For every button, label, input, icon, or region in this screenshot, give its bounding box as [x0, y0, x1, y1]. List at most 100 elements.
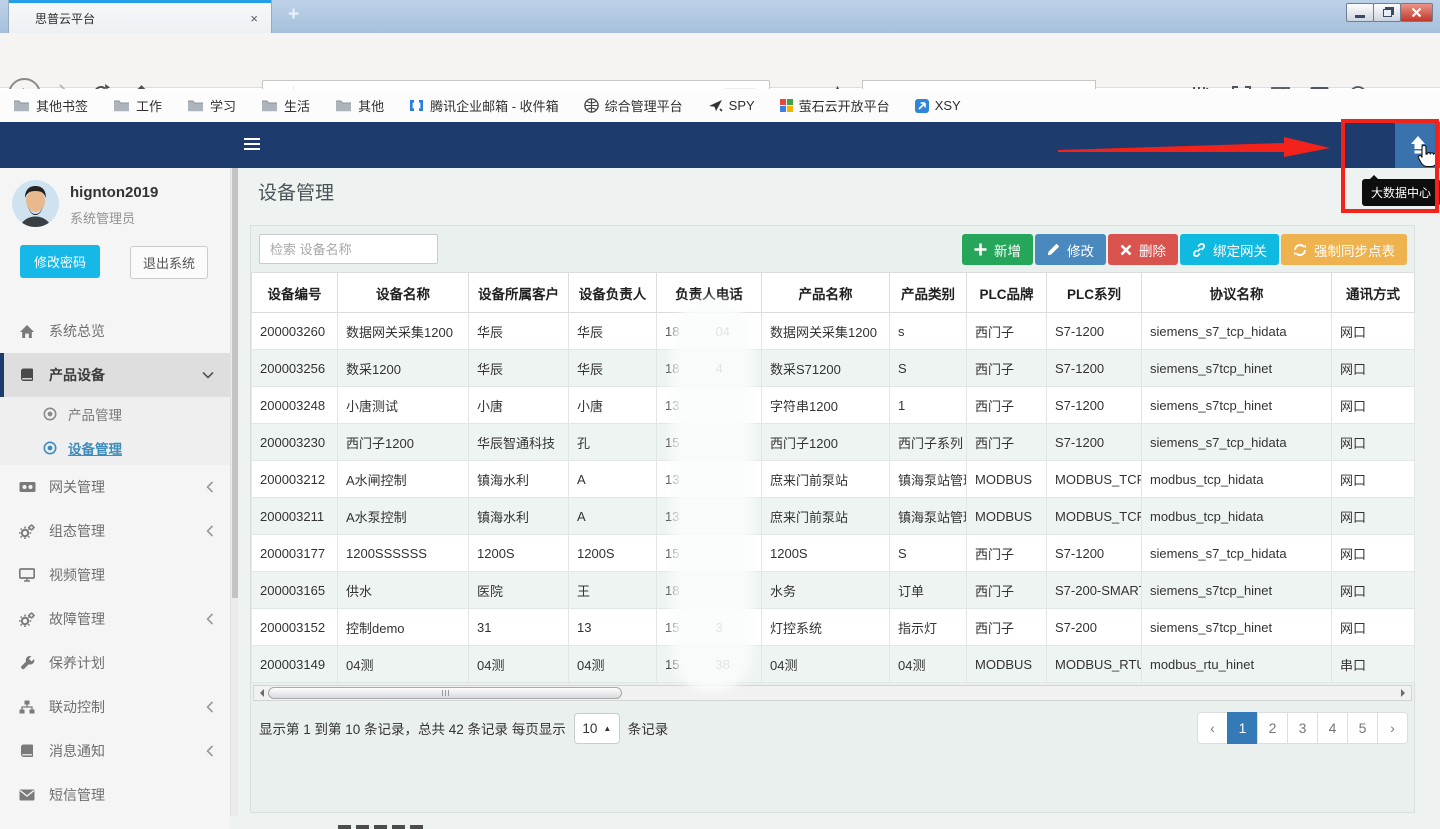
table-cell: 200003149: [252, 646, 338, 683]
sidebar-item-sms-management[interactable]: 短信管理: [0, 773, 230, 817]
browser-tab[interactable]: 思普云平台 ×: [8, 0, 272, 33]
column-header[interactable]: 设备编号: [252, 273, 338, 313]
sidebar-item-product-device[interactable]: 产品设备: [0, 353, 230, 397]
sidebar-item-clipped-item[interactable]: [0, 817, 230, 829]
bookmark-item[interactable]: 腾讯企业邮箱 - 收件箱: [409, 96, 559, 115]
table-row[interactable]: 200003211A水泵控制镇海水利A13庶来门前泵站镇海泵站管理MODBUSM…: [252, 498, 1415, 535]
sidebar-item-message-notify[interactable]: 消息通知: [0, 729, 230, 773]
page-button-1[interactable]: 1: [1227, 712, 1258, 744]
column-header[interactable]: 产品类别: [890, 273, 967, 313]
table-cell: 控制demo: [338, 609, 469, 646]
sidebar-item-linkage-control[interactable]: 联动控制: [0, 685, 230, 729]
table-row[interactable]: 2000031771200SSSSSS1200S1200S151200SS西门子…: [252, 535, 1415, 572]
delete-button[interactable]: 删除: [1108, 234, 1178, 265]
tab-title: 思普云平台: [35, 10, 247, 27]
table-row[interactable]: 200003248小唐测试小唐小唐13字符串12001西门子S7-1200sie…: [252, 387, 1415, 424]
force-sync-button[interactable]: 强制同步点表: [1281, 234, 1407, 265]
column-header[interactable]: 通讯方式: [1332, 273, 1415, 313]
bookmark-item[interactable]: 工作: [113, 96, 162, 115]
horizontal-scrollbar[interactable]: [253, 685, 1412, 701]
sidebar-collapse-icon[interactable]: [244, 138, 260, 153]
table-row[interactable]: 20000314904测04测04测153804测04测MODBUSMODBUS…: [252, 646, 1415, 683]
bookmark-item[interactable]: 萤石云开放平台: [780, 96, 890, 115]
table-cell: S7-1200: [1047, 387, 1142, 424]
monitor-icon: [18, 568, 36, 582]
bookmark-item[interactable]: 学习: [187, 96, 236, 115]
scroll-right-arrow[interactable]: [1396, 686, 1411, 700]
edit-button[interactable]: 修改: [1035, 234, 1106, 265]
table-cell: 04测: [338, 646, 469, 683]
table-row[interactable]: 200003152控制demo3113153灯控系统指示灯西门子S7-200si…: [252, 609, 1415, 646]
globe-icon: [584, 98, 599, 113]
bind-gateway-button[interactable]: 绑定网关: [1180, 234, 1279, 265]
table-row[interactable]: 200003212A水闸控制镇海水利A13庶来门前泵站镇海泵站管理MODBUSM…: [252, 461, 1415, 498]
table-cell: 西门子1200: [338, 424, 469, 461]
bookmark-item[interactable]: 生活: [261, 96, 310, 115]
column-header[interactable]: PLC品牌: [967, 273, 1047, 313]
page-button-3[interactable]: 3: [1287, 712, 1318, 744]
sidebar-item-device-management[interactable]: 设备管理: [0, 431, 230, 465]
table-cell: 网口: [1332, 424, 1415, 461]
sidebar-item-product-management[interactable]: 产品管理: [0, 397, 230, 431]
page-button-2[interactable]: 2: [1257, 712, 1288, 744]
table-row[interactable]: 200003256数采1200华辰华辰184数采S71200S西门子S7-120…: [252, 350, 1415, 387]
page-size-select[interactable]: 10 ▲: [574, 713, 620, 744]
chevron-left-icon: [206, 701, 214, 713]
column-header[interactable]: PLC系列: [1047, 273, 1142, 313]
tab-close-icon[interactable]: ×: [247, 11, 261, 26]
table-cell: 华辰: [469, 350, 569, 387]
sidebar-item-config-management[interactable]: 组态管理: [0, 509, 230, 553]
new-tab-button[interactable]: +: [288, 4, 299, 26]
table-cell: 04测: [569, 646, 657, 683]
page-button-5[interactable]: 5: [1347, 712, 1378, 744]
folder-icon: [261, 99, 278, 112]
window-restore-button[interactable]: [1373, 3, 1401, 22]
window-minimize-button[interactable]: [1346, 3, 1374, 22]
folder-icon: [335, 99, 352, 112]
table-row[interactable]: 200003230西门子1200华辰智通科技孔15西门子1200西门子系列西门子…: [252, 424, 1415, 461]
column-header[interactable]: 设备负责人: [569, 273, 657, 313]
table-row[interactable]: 200003260数据网关采集1200华辰华辰1804数据网关采集1200s西门…: [252, 313, 1415, 350]
table-cell: 1200S: [762, 535, 890, 572]
folder-icon: [13, 99, 30, 112]
table-row[interactable]: 200003165供水医院王18水务订单西门子S7-200-SMARTsieme…: [252, 572, 1415, 609]
column-header[interactable]: 设备名称: [338, 273, 469, 313]
pencil-icon: [1047, 243, 1060, 256]
table-cell: 200003260: [252, 313, 338, 350]
logout-button[interactable]: 退出系统: [130, 246, 208, 279]
bookmark-item[interactable]: XSY: [915, 98, 961, 113]
table-cell: A水泵控制: [338, 498, 469, 535]
username: hignton2019: [70, 184, 158, 201]
table-cell: 网口: [1332, 350, 1415, 387]
bookmark-item[interactable]: SPY: [708, 98, 755, 113]
column-header[interactable]: 设备所属客户: [469, 273, 569, 313]
scrollbar-thumb[interactable]: [268, 687, 622, 699]
window-titlebar: 思普云平台 × +: [0, 0, 1440, 33]
prev-page-button[interactable]: ‹: [1197, 712, 1228, 744]
change-password-button[interactable]: 修改密码: [20, 245, 100, 278]
sidebar-item-gateway-management[interactable]: 网关管理: [0, 465, 230, 509]
window-close-button[interactable]: [1400, 3, 1433, 22]
user-role: 系统管理员: [70, 208, 135, 227]
next-page-button[interactable]: ›: [1377, 712, 1408, 744]
table-cell: 水务: [762, 572, 890, 609]
sidebar-scrollbar[interactable]: [230, 168, 238, 816]
column-header[interactable]: 产品名称: [762, 273, 890, 313]
table-cell: siemens_s7_tcp_hidata: [1142, 535, 1332, 572]
bookmark-item[interactable]: 综合管理平台: [584, 96, 683, 115]
sidebar-item-system-overview[interactable]: 系统总览: [0, 309, 230, 353]
avatar[interactable]: [12, 180, 59, 227]
table-cell: 西门子: [967, 535, 1047, 572]
bookmark-item[interactable]: 其他书签: [13, 96, 88, 115]
page-button-4[interactable]: 4: [1317, 712, 1348, 744]
add-button[interactable]: 新增: [962, 234, 1033, 265]
sidebar-item-fault-management[interactable]: 故障管理: [0, 597, 230, 641]
bookmark-item[interactable]: 其他: [335, 96, 384, 115]
table-cell: siemens_s7tcp_hinet: [1142, 609, 1332, 646]
scroll-left-arrow[interactable]: [254, 686, 269, 700]
sidebar-item-video-management[interactable]: 视频管理: [0, 553, 230, 597]
device-search-input[interactable]: [259, 234, 438, 264]
sidebar-item-maintenance-plan[interactable]: 保养计划: [0, 641, 230, 685]
table-cell: siemens_s7tcp_hinet: [1142, 350, 1332, 387]
column-header[interactable]: 协议名称: [1142, 273, 1332, 313]
